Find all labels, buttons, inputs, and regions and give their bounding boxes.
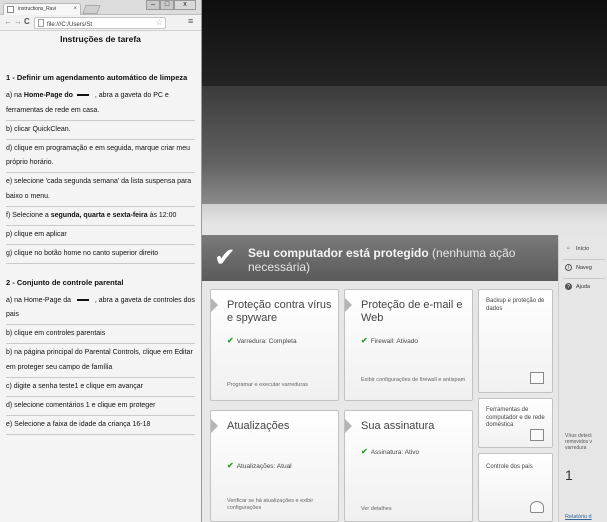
new-tab-button[interactable] <box>82 5 101 14</box>
maximize-button[interactable]: □ <box>160 0 174 10</box>
backup-tile[interactable]: Backup e proteção de dados <box>478 289 553 393</box>
family-icon <box>530 501 544 513</box>
tile-link[interactable]: Ver detalhes <box>361 506 476 513</box>
address-url: file:///C:/Users/St <box>47 22 93 28</box>
small-tile-title: Backup e proteção de dados <box>486 298 545 312</box>
nav-help[interactable]: ? Ajuda <box>565 283 590 290</box>
instructions-content: Instruções de tarefa 1 - Definir um agen… <box>0 31 201 435</box>
instruction-step: b) clicar QuickClean. <box>6 121 195 140</box>
tile-arrow-icon <box>345 298 352 312</box>
laptop-icon <box>530 429 544 441</box>
file-page-icon <box>38 19 44 27</box>
parental-control-tile[interactable]: Controle dos pais <box>478 453 553 522</box>
page-favicon-icon <box>7 6 14 13</box>
tile-arrow-icon <box>345 419 352 433</box>
green-check-icon: ✔ <box>361 336 368 345</box>
network-tools-tile[interactable]: Ferramentas de computador e de rede domé… <box>478 398 553 448</box>
close-window-button[interactable]: x <box>174 0 196 10</box>
browser-titlebar: instructions_Ravi × – □ x <box>0 0 201 15</box>
tile-status: ✔ Assinatura: Ativo <box>361 447 420 456</box>
browser-toolbar: ← → C file:///C:/Users/St ☆ ≡ <box>0 15 201 31</box>
browser-tab[interactable]: instructions_Ravi × <box>3 3 81 15</box>
tile-link[interactable]: Verificar se há atualizações e exibir co… <box>227 498 342 512</box>
section-heading: 2 - Conjunto de controle parental <box>6 277 124 287</box>
tile-link[interactable]: Exibir configurações de firewall e antis… <box>361 377 476 384</box>
divider <box>563 278 605 279</box>
small-tile-title: Ferramentas de computador e de rede domé… <box>486 407 545 428</box>
tile-status: ✔ Varredura: Completa <box>227 336 297 345</box>
instruction-step: a) na Home-Page da , abra a gaveta de co… <box>6 292 195 325</box>
report-link[interactable]: Relatório d <box>565 514 592 520</box>
redacted-name-bar <box>76 298 89 301</box>
tile-arrow-icon <box>211 298 218 312</box>
tab-close-icon[interactable]: × <box>73 4 77 15</box>
home-icon: ⌂ <box>566 245 571 251</box>
nav-home[interactable]: ⌂ Início <box>565 245 589 252</box>
instruction-step: e) selecione 'cada segunda semana' da li… <box>6 173 195 207</box>
tab-title: instructions_Ravi <box>18 6 57 12</box>
reload-icon[interactable]: C <box>24 17 30 26</box>
tile-title: Proteção contra vírus e spyware <box>227 299 332 324</box>
help-icon: ? <box>565 283 572 290</box>
minimize-button[interactable]: – <box>146 0 160 10</box>
browser-menu-icon[interactable]: ≡ <box>188 16 193 26</box>
green-check-icon: ✔ <box>227 336 234 345</box>
subscription-tile[interactable]: Sua assinatura ✔ Assinatura: Ativo Ver de… <box>344 410 473 522</box>
instruction-step: e) Selecione a faixa de idade da criança… <box>6 416 195 435</box>
protection-status-bar: ✔ Seu computador está protegido (nenhuma… <box>202 235 558 281</box>
tile-title: Proteção de e-mail e Web <box>361 299 463 324</box>
instruction-step: b) clique em controles parentais <box>6 325 195 344</box>
compass-icon: / <box>565 264 572 271</box>
instruction-step: f) Selecione a segunda, quarta e sexta-f… <box>6 207 195 226</box>
instructions-browser-window: instructions_Ravi × – □ x ← → C file:///… <box>0 0 202 522</box>
app-dark-header <box>202 0 607 86</box>
address-bar[interactable]: file:///C:/Users/St ☆ <box>34 17 166 29</box>
tile-status: ✔ Firewall: Ativado <box>361 336 419 345</box>
green-check-icon: ✔ <box>227 461 234 470</box>
virus-count: 1 <box>565 467 573 483</box>
instruction-step: d) selecione comentários 1 e clique em p… <box>6 397 195 416</box>
virus-spyware-tile[interactable]: Proteção contra vírus e spyware ✔ Varredu… <box>210 289 339 401</box>
tile-title: Sua assinatura <box>361 420 435 432</box>
virus-detected-note: Vírus detect removidos v varredura <box>565 433 592 451</box>
small-tile-title: Controle dos pais <box>486 464 533 470</box>
instruction-step: c) digite a senha teste1 e clique em ava… <box>6 378 195 397</box>
updates-tile[interactable]: Atualizações ✔ Atualizações: Atual Verifi… <box>210 410 339 522</box>
forward-arrow-icon[interactable]: → <box>14 17 22 26</box>
backup-drive-icon <box>530 372 544 384</box>
back-arrow-icon[interactable]: ← <box>4 17 12 26</box>
protection-status-text: Seu computador está protegido (nenhuma a… <box>248 246 516 274</box>
instruction-step: d) clique em programação e em seguida, m… <box>6 140 195 173</box>
divider <box>563 259 605 260</box>
tile-arrow-icon <box>211 419 218 433</box>
instruction-step: b) na página principal do Parental Contr… <box>6 344 195 378</box>
tile-link[interactable]: Programar e executar varreduras <box>227 382 342 389</box>
page-title: Instruções de tarefa <box>60 34 141 44</box>
instruction-step: a) na Home-Page do , abra a gaveta do PC… <box>6 87 195 121</box>
nav-navigation[interactable]: / Naveg <box>565 264 592 271</box>
tile-title: Atualizações <box>227 420 290 432</box>
tile-status: ✔ Atualizações: Atual <box>227 461 292 470</box>
bookmark-star-icon[interactable]: ☆ <box>156 18 163 28</box>
checkmark-icon: ✔ <box>214 242 236 272</box>
green-check-icon: ✔ <box>361 447 368 456</box>
email-web-tile[interactable]: Proteção de e-mail e Web ✔ Firewall: Ativ… <box>344 289 473 401</box>
redacted-name-bar <box>76 94 89 97</box>
security-app-window: ✔ Seu computador está protegido (nenhuma… <box>202 0 607 522</box>
instruction-step: p) clique em aplicar <box>6 226 195 245</box>
app-banner <box>202 86 607 204</box>
instruction-step: g) clique no botão home no canto superio… <box>6 245 195 264</box>
right-navigation-panel: ⌂ Início / Naveg ? Ajuda Vírus detect remov… <box>558 235 607 522</box>
section-heading: 1 - Definir um agendamento automático de… <box>6 73 188 82</box>
